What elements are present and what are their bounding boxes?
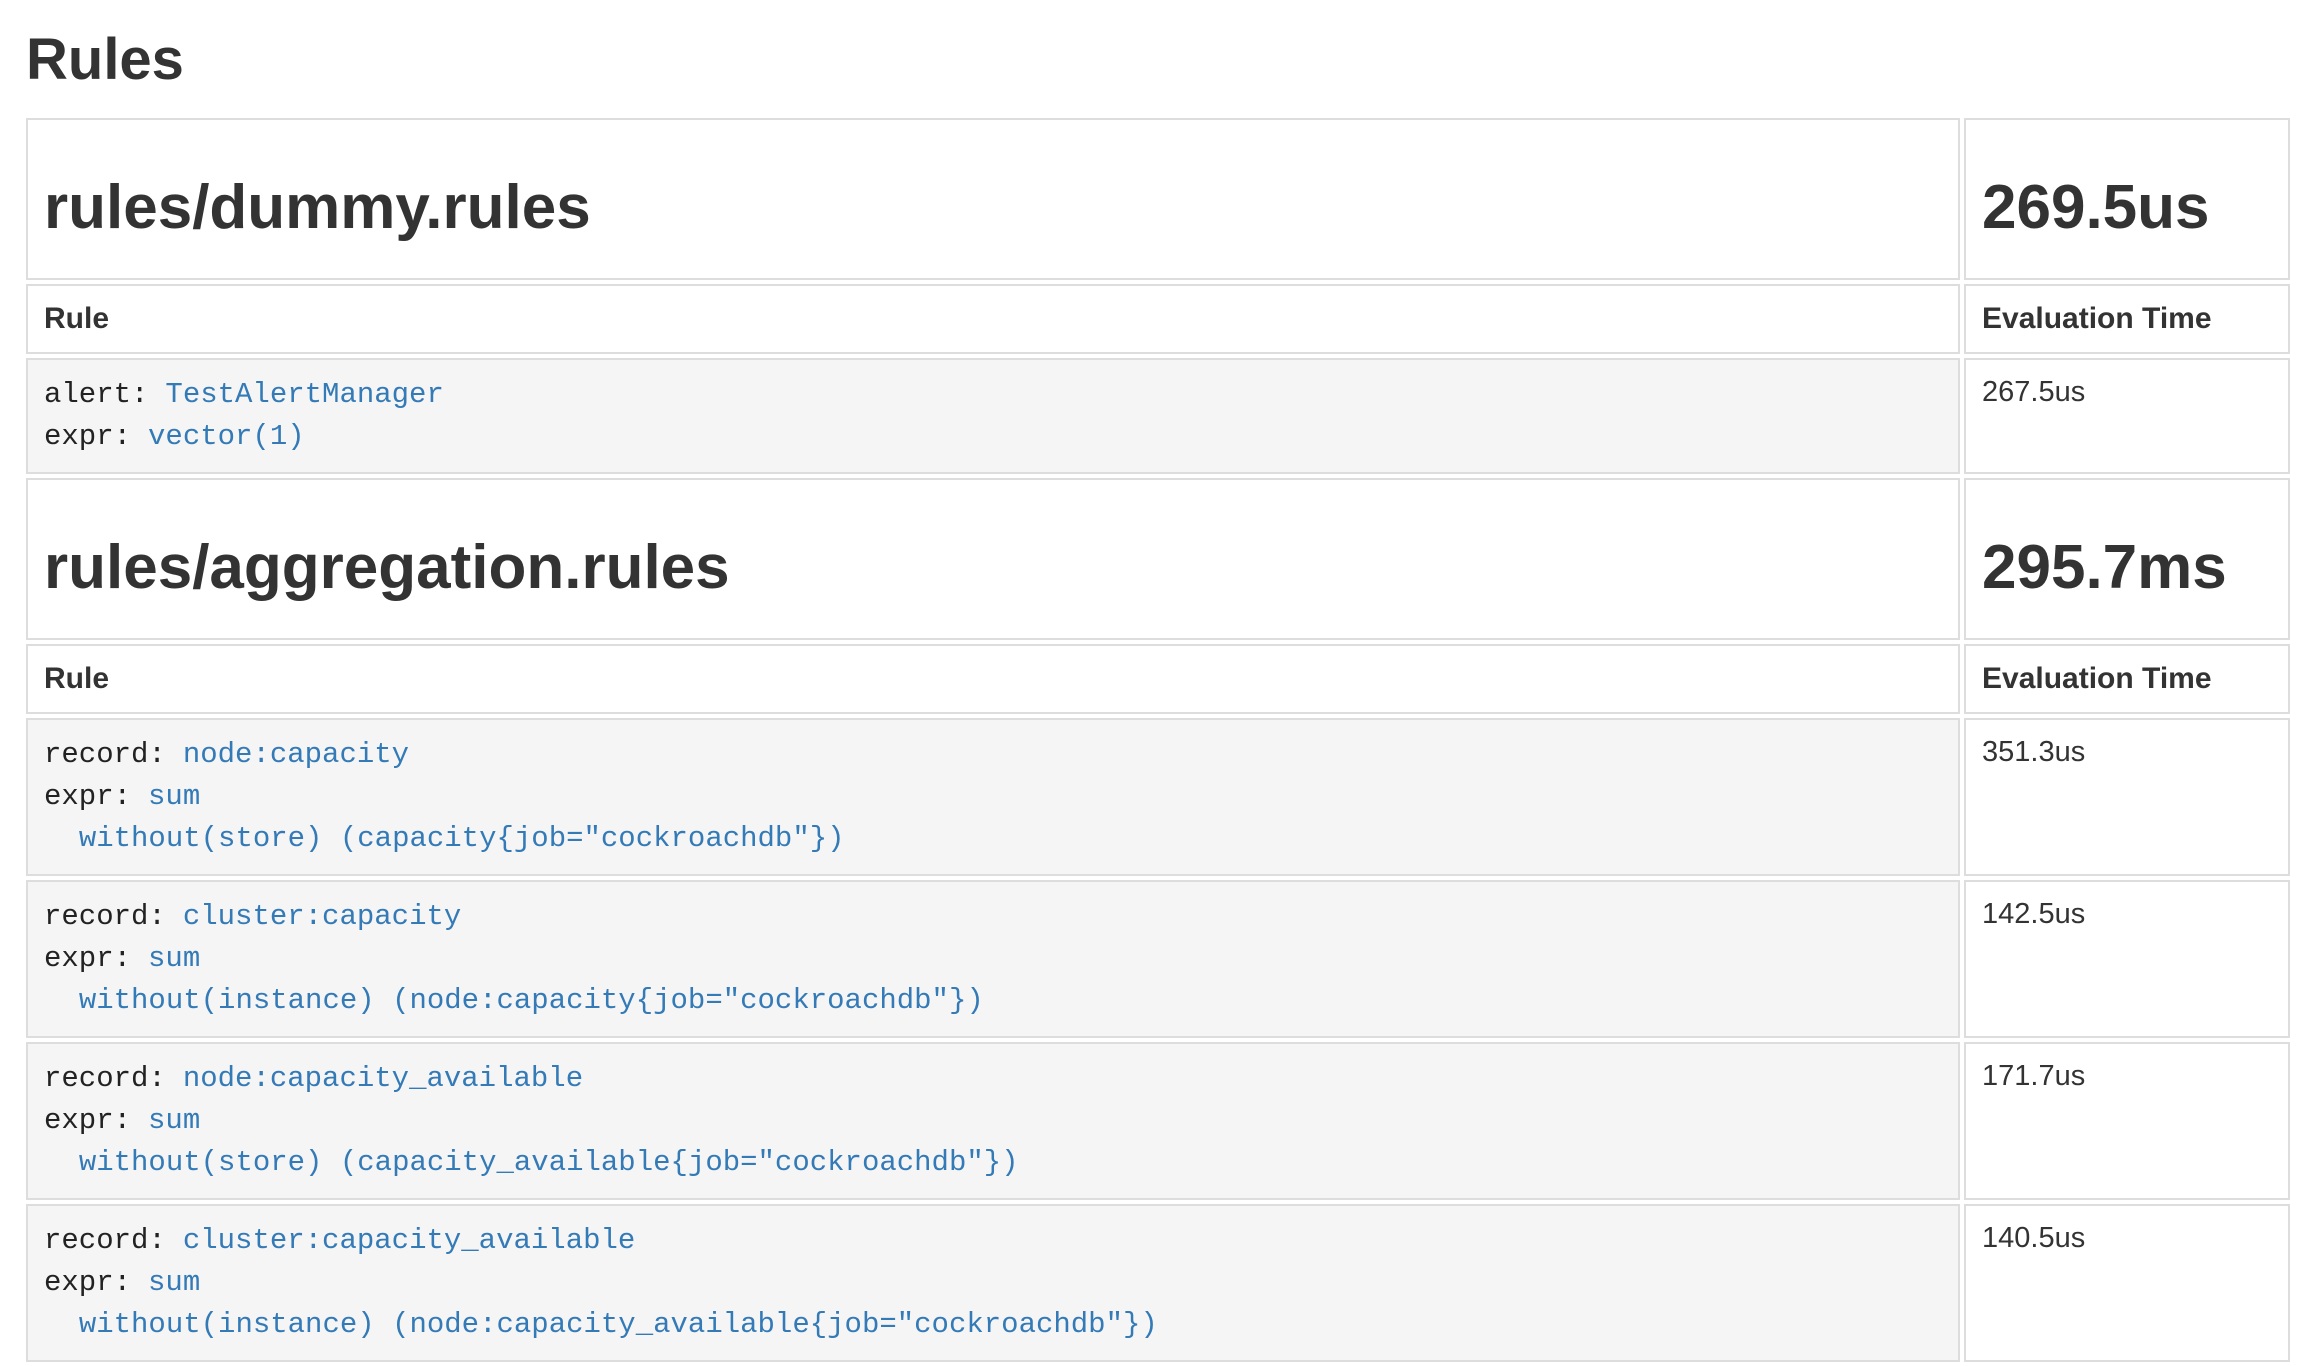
rule-code-cell: record:cluster:capacity_available expr:s… — [26, 1204, 1960, 1362]
rules-table: rules/dummy.rules 269.5us Rule Evaluatio… — [22, 114, 2294, 1366]
rule-code-cell: record:node:capacity_available expr:sum … — [26, 1042, 1960, 1200]
rule-expr-link[interactable]: sum without(instance) (node:capacity{job… — [44, 942, 984, 1017]
rule-expr-link[interactable]: sum without(instance) (node:capacity_ava… — [44, 1266, 1158, 1341]
rule-code-line: expr:vector(1) — [44, 416, 1942, 458]
rule-group-file: rules/dummy.rules — [44, 174, 1942, 242]
rule-eval-time: 171.7us — [1964, 1042, 2290, 1200]
rule-key: record: — [44, 1224, 183, 1257]
rule-group-header-row: rules/dummy.rules 269.5us — [26, 118, 2290, 280]
rule-row: alert:TestAlertManager expr:vector(1) 26… — [26, 358, 2290, 474]
rule-eval-time: 140.5us — [1964, 1204, 2290, 1362]
rule-row: record:cluster:capacity_available expr:s… — [26, 1204, 2290, 1362]
rule-eval-time: 267.5us — [1964, 358, 2290, 474]
record-name-link[interactable]: cluster:capacity — [183, 900, 461, 933]
rule-code-cell: alert:TestAlertManager expr:vector(1) — [26, 358, 1960, 474]
rule-code-line: expr:sum without(store) (capacity_availa… — [44, 1100, 1942, 1184]
column-header-eval-time: Evaluation Time — [1964, 284, 2290, 354]
page-title: Rules — [26, 28, 2294, 92]
rule-code-line: record:cluster:capacity_available — [44, 1220, 1942, 1262]
rule-code-line: record:node:capacity_available — [44, 1058, 1942, 1100]
rule-expr-link[interactable]: sum without(store) (capacity_available{j… — [44, 1104, 1019, 1179]
rule-group-file-cell: rules/aggregation.rules — [26, 478, 1960, 640]
record-name-link[interactable]: node:capacity — [183, 738, 409, 771]
rule-row: record:node:capacity_available expr:sum … — [26, 1042, 2290, 1200]
rule-row: record:node:capacity expr:sum without(st… — [26, 718, 2290, 876]
rule-group-header-row: rules/aggregation.rules 295.7ms — [26, 478, 2290, 640]
rule-group-eval-total-cell: 269.5us — [1964, 118, 2290, 280]
rule-key: expr: — [44, 780, 148, 813]
rule-key: record: — [44, 738, 183, 771]
rule-eval-time: 351.3us — [1964, 718, 2290, 876]
rule-eval-time: 142.5us — [1964, 880, 2290, 1038]
rule-key: expr: — [44, 1104, 148, 1137]
rule-group-file: rules/aggregation.rules — [44, 534, 1942, 602]
rule-expr-link[interactable]: vector(1) — [148, 420, 305, 453]
rule-group-file-cell: rules/dummy.rules — [26, 118, 1960, 280]
column-header-rule: Rule — [26, 644, 1960, 714]
column-header-row: Rule Evaluation Time — [26, 644, 2290, 714]
rules-page: Rules rules/dummy.rules 269.5us Rule Eva… — [0, 28, 2316, 1366]
rule-group-eval-total: 295.7ms — [1982, 534, 2272, 602]
rule-code-line: expr:sum without(store) (capacity{job="c… — [44, 776, 1942, 860]
record-name-link[interactable]: cluster:capacity_available — [183, 1224, 635, 1257]
rule-group-eval-total-cell: 295.7ms — [1964, 478, 2290, 640]
rule-key: expr: — [44, 942, 148, 975]
rule-code-cell: record:cluster:capacity expr:sum without… — [26, 880, 1960, 1038]
rule-code-line: alert:TestAlertManager — [44, 374, 1942, 416]
rule-key: expr: — [44, 1266, 148, 1299]
rule-key: record: — [44, 1062, 183, 1095]
record-name-link[interactable]: node:capacity_available — [183, 1062, 583, 1095]
rule-row: record:cluster:capacity expr:sum without… — [26, 880, 2290, 1038]
rule-key: record: — [44, 900, 183, 933]
rule-group-eval-total: 269.5us — [1982, 174, 2272, 242]
rule-code-line: expr:sum without(instance) (node:capacit… — [44, 1262, 1942, 1346]
rule-code-line: expr:sum without(instance) (node:capacit… — [44, 938, 1942, 1022]
alert-name-link[interactable]: TestAlertManager — [165, 378, 443, 411]
rule-key: expr: — [44, 420, 148, 453]
column-header-rule: Rule — [26, 284, 1960, 354]
rule-code-line: record:cluster:capacity — [44, 896, 1942, 938]
rule-code-line: record:node:capacity — [44, 734, 1942, 776]
rule-expr-link[interactable]: sum without(store) (capacity{job="cockro… — [44, 780, 845, 855]
rule-key: alert: — [44, 378, 165, 411]
column-header-row: Rule Evaluation Time — [26, 284, 2290, 354]
column-header-eval-time: Evaluation Time — [1964, 644, 2290, 714]
rule-code-cell: record:node:capacity expr:sum without(st… — [26, 718, 1960, 876]
